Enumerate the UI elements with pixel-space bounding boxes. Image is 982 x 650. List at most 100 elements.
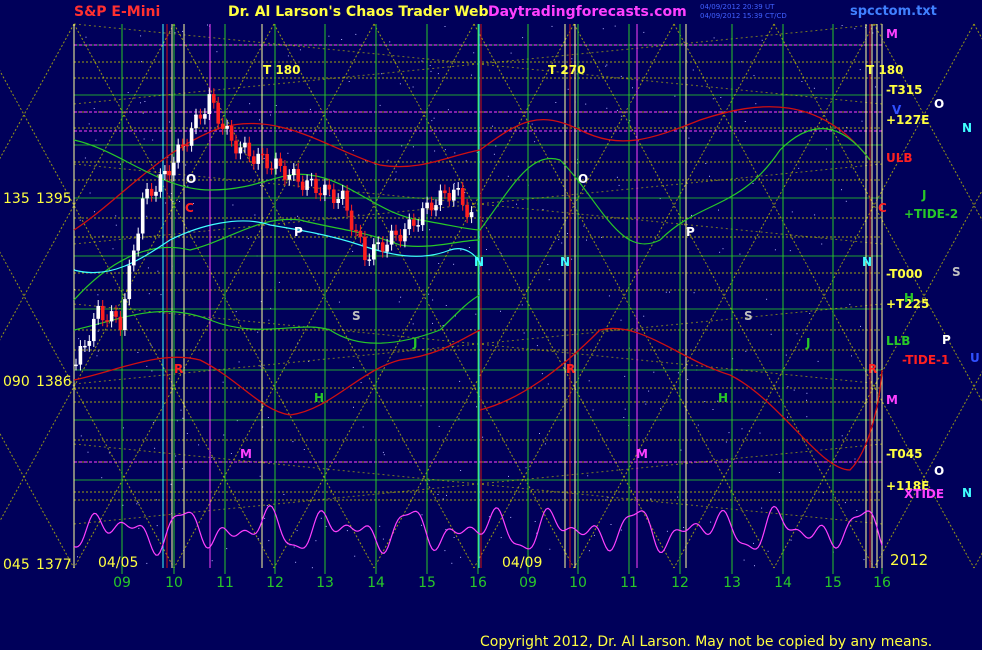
star-dot <box>697 424 699 426</box>
star-dot <box>157 270 159 272</box>
price-bar <box>420 208 425 226</box>
star-dot <box>473 52 475 54</box>
star-dot <box>153 422 155 423</box>
star-dot <box>211 457 213 458</box>
price-bar <box>216 102 220 124</box>
level-label: +TIDE-2 <box>904 207 958 221</box>
star-dot <box>793 389 795 391</box>
star-dot <box>844 502 846 504</box>
star-dot <box>343 206 345 208</box>
price-bar <box>309 178 314 181</box>
star-dot <box>238 361 240 363</box>
point-label: O <box>186 172 196 186</box>
price-bar <box>83 345 87 348</box>
star-dot <box>719 251 721 253</box>
star-dot <box>534 141 536 143</box>
star-dot <box>814 214 816 216</box>
star-dot <box>755 103 757 105</box>
level-label: -T045 <box>886 447 922 461</box>
star-dot <box>806 399 807 401</box>
star-dot <box>445 305 447 306</box>
x-tick-label: 09 <box>519 575 537 591</box>
price-bar <box>185 144 189 147</box>
star-dot <box>789 250 791 252</box>
star-dot <box>508 475 509 477</box>
star-dot <box>326 468 328 470</box>
star-dot <box>610 524 612 525</box>
chart-title: Dr. Al Larson's Chaos Trader Web <box>228 4 489 20</box>
x-tick-label: 11 <box>216 575 234 591</box>
x-tick-label: 14 <box>367 575 385 591</box>
star-dot <box>447 109 449 111</box>
price-bar <box>434 205 438 211</box>
star-dot <box>97 294 99 296</box>
star-dot <box>548 279 550 281</box>
price-bar <box>247 142 252 157</box>
star-dot <box>85 36 87 38</box>
star-dot <box>571 258 573 260</box>
star-dot <box>849 303 851 305</box>
star-dot <box>500 537 502 539</box>
star-dot <box>442 498 444 500</box>
star-dot <box>216 51 218 53</box>
star-dot <box>137 352 139 353</box>
star-dot <box>851 355 852 357</box>
star-dot <box>264 517 266 519</box>
star-dot <box>165 202 167 204</box>
price-bar <box>465 204 469 218</box>
star-dot <box>687 379 689 381</box>
star-dot <box>257 331 259 333</box>
star-dot <box>592 409 594 411</box>
star-dot <box>759 432 761 434</box>
star-dot <box>547 383 549 385</box>
star-dot <box>492 125 493 127</box>
star-dot <box>801 81 803 82</box>
price-bar <box>394 230 398 235</box>
price-bar <box>74 364 78 367</box>
star-dot <box>692 69 694 71</box>
price-bar <box>314 178 318 193</box>
star-dot <box>475 313 477 315</box>
copyright: Copyright 2012, Dr. Al Larson. May not b… <box>480 634 932 650</box>
star-dot <box>510 516 512 518</box>
level-label: ULB <box>886 151 913 165</box>
star-dot <box>542 209 544 210</box>
star-dot <box>287 152 289 154</box>
star-dot <box>123 427 124 429</box>
star-dot <box>460 249 462 251</box>
star-dot <box>412 146 414 148</box>
star-dot <box>817 360 819 362</box>
price-bar <box>438 190 443 206</box>
star-dot <box>691 214 692 216</box>
star-dot <box>93 108 95 109</box>
star-dot <box>379 104 381 106</box>
point-label: R <box>174 362 183 376</box>
star-dot <box>476 406 478 408</box>
point-label: O <box>934 97 944 111</box>
star-dot <box>341 39 343 40</box>
star-dot <box>521 304 523 306</box>
level-label: T 180 <box>866 63 903 77</box>
x-tick-label: 16 <box>469 575 487 591</box>
star-dot <box>144 101 146 102</box>
price-bar <box>318 193 323 196</box>
star-dot <box>459 380 461 382</box>
star-dot <box>102 235 104 237</box>
star-dot <box>516 203 517 205</box>
star-dot <box>88 123 90 125</box>
star-dot <box>460 556 462 558</box>
point-label: H <box>718 391 728 405</box>
star-dot <box>315 540 317 542</box>
star-dot <box>558 239 560 241</box>
price-bar <box>145 188 149 199</box>
star-dot <box>399 83 401 85</box>
star-dot <box>296 289 298 291</box>
star-dot <box>444 149 446 151</box>
star-dot <box>602 28 604 30</box>
star-dot <box>712 98 714 100</box>
star-dot <box>861 120 863 122</box>
star-dot <box>138 527 140 529</box>
price-bar <box>363 236 367 261</box>
price-bar <box>229 125 234 141</box>
star-dot <box>96 355 98 357</box>
